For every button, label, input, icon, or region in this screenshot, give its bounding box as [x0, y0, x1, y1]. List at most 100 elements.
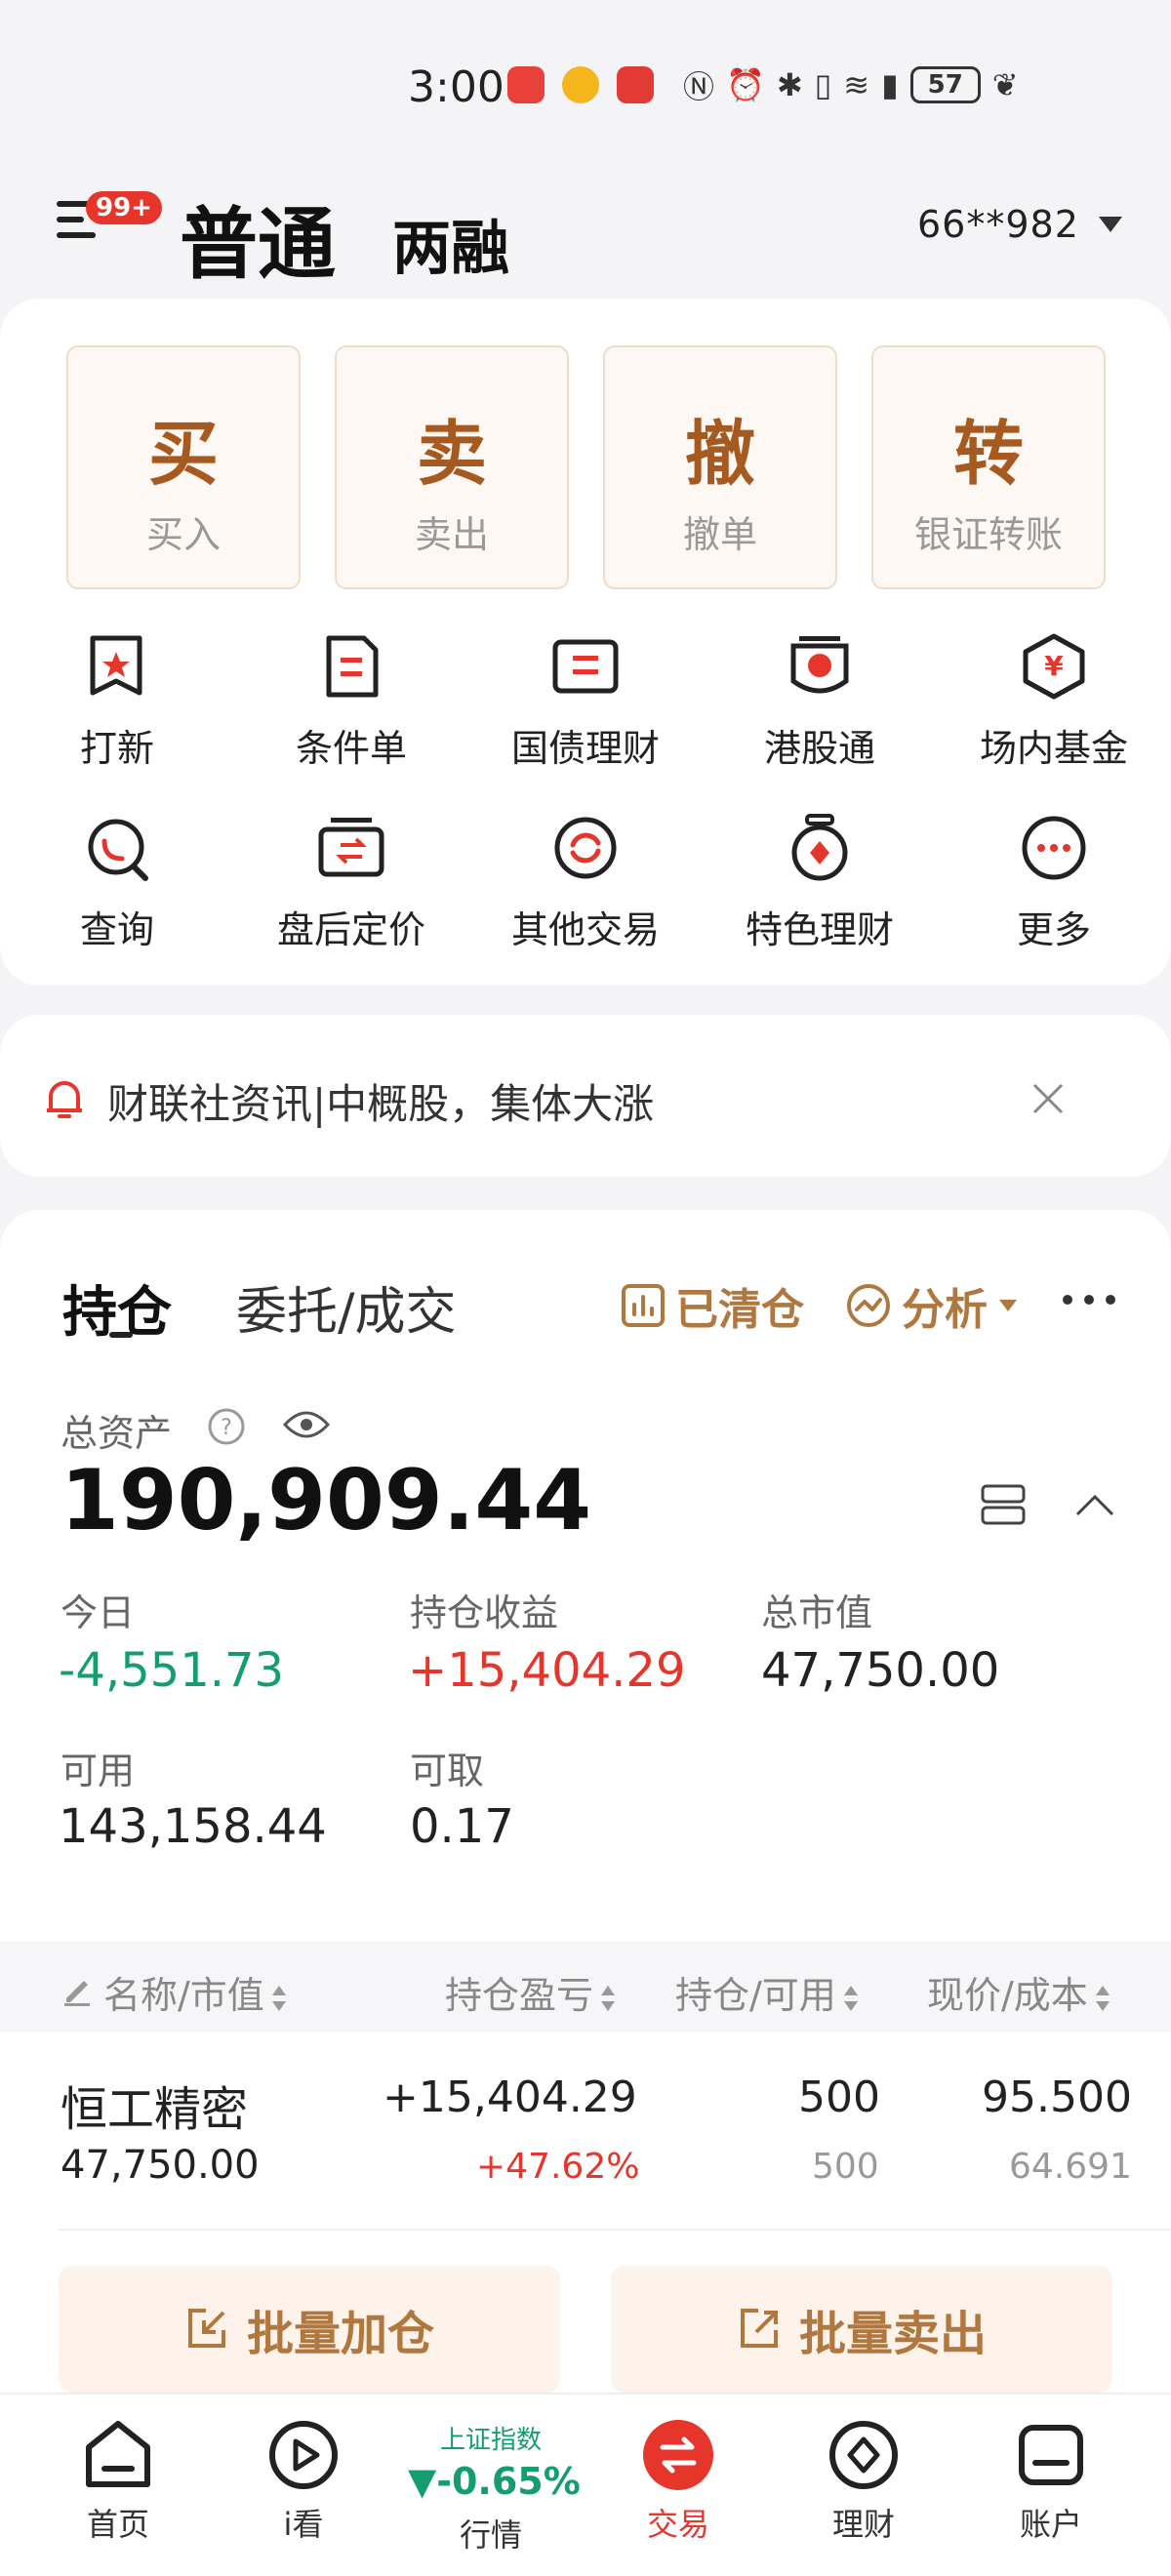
eye-icon[interactable] — [283, 1409, 330, 1440]
wealth-icon — [791, 814, 848, 881]
treasury-icon — [552, 639, 619, 694]
today-label: 今日 — [61, 1591, 136, 1634]
sell-button[interactable]: 卖 卖出 — [335, 345, 569, 589]
nav-watch[interactable]: i看 — [221, 2418, 386, 2545]
edit-icon[interactable] — [61, 1973, 94, 2006]
account-selector[interactable]: 66**982 — [917, 203, 1079, 246]
nfc-icon: Ⓝ — [683, 68, 715, 105]
stock-position: 500 — [798, 2073, 880, 2122]
bank-transfer-button[interactable]: 转 银证转账 — [871, 345, 1106, 589]
more-icon — [1022, 816, 1086, 880]
battery-icon: 57 — [909, 66, 981, 103]
feature-treasury[interactable]: 国债理财 — [468, 632, 703, 772]
trade-icon — [643, 2420, 713, 2490]
position-profit-label: 持仓收益 — [410, 1591, 559, 1634]
withdrawable-label: 可取 — [410, 1750, 485, 1792]
index-name: 上证指数 — [439, 2426, 542, 2455]
cancel-order-button[interactable]: 撤 撤单 — [603, 345, 837, 589]
caret-down-icon — [999, 1300, 1017, 1311]
huawei-app-icon — [507, 66, 545, 103]
index-change: ▼-0.65% — [408, 2460, 581, 2503]
feature-more[interactable]: 更多 — [937, 814, 1171, 953]
analysis-button[interactable]: 分析 — [845, 1274, 1019, 1337]
feature-query[interactable]: 查询 — [0, 814, 234, 953]
batch-add-button[interactable]: 批量加仓 — [59, 2266, 560, 2393]
feature-hk-connect[interactable]: 港股通 — [703, 632, 937, 772]
vibrate-icon: ▯ — [814, 66, 832, 103]
market-value-value: 47,750.00 — [761, 1643, 1000, 1698]
fund-icon: ¥ — [1023, 633, 1085, 700]
stock-cost: 64.691 — [1009, 2147, 1132, 2187]
cleared-positions-button[interactable]: 已清仓 — [621, 1274, 804, 1337]
more-dots-icon[interactable] — [1060, 1290, 1118, 1309]
nav-market[interactable]: 上证指数 ▼-0.65% 行情 — [408, 2420, 581, 2556]
column-position-available[interactable]: 持仓/可用 — [675, 1965, 860, 2019]
feature-other-trade[interactable]: 其他交易 — [468, 814, 703, 953]
signal-icon: ▮ — [881, 66, 899, 103]
total-assets-label: 总资产 — [61, 1412, 173, 1455]
nav-home[interactable]: 首页 — [35, 2418, 201, 2545]
layout-toggle-icon[interactable] — [980, 1483, 1027, 1526]
available-value: 143,158.44 — [59, 1799, 327, 1854]
after-hours-icon — [318, 818, 384, 877]
notification-icons — [507, 66, 654, 103]
total-assets-value: 190,909.44 — [61, 1452, 592, 1550]
diamond-icon — [829, 2421, 898, 2489]
svg-text:?: ? — [221, 1416, 232, 1440]
stock-pnl-percent: +47.62% — [476, 2147, 640, 2187]
message-badge: 99+ — [86, 191, 162, 224]
column-pnl[interactable]: 持仓盈亏 — [445, 1965, 617, 2019]
new-share-icon — [90, 635, 142, 696]
news-notice-text[interactable]: 财联社资讯|中概股，集体大涨 — [107, 1071, 654, 1131]
close-icon[interactable] — [1030, 1081, 1066, 1116]
stock-price: 95.500 — [982, 2073, 1132, 2122]
tab-underline — [109, 1332, 133, 1338]
stock-market-value: 47,750.00 — [61, 2143, 260, 2188]
row-divider — [59, 2229, 1171, 2231]
feature-condition-order[interactable]: 条件单 — [234, 632, 468, 772]
nav-wealth[interactable]: 理财 — [781, 2418, 947, 2545]
query-icon — [88, 819, 148, 881]
feature-wealth[interactable]: 特色理财 — [703, 814, 937, 953]
hk-connect-icon — [790, 636, 849, 694]
feature-fund[interactable]: ¥ 场内基金 — [937, 632, 1171, 772]
nav-trade[interactable]: 交易 — [595, 2418, 761, 2545]
buy-button[interactable]: 买 买入 — [66, 345, 301, 589]
svg-text:¥: ¥ — [1044, 650, 1064, 682]
weibo-app-icon — [562, 66, 599, 103]
tab-orders[interactable]: 委托/成交 — [236, 1270, 457, 1344]
sort-icon — [843, 1985, 858, 2011]
chevron-up-icon[interactable] — [1073, 1493, 1116, 1518]
stock-available: 500 — [812, 2147, 879, 2187]
batch-sell-button[interactable]: 批量卖出 — [611, 2266, 1112, 2393]
caret-down-icon[interactable] — [1099, 217, 1122, 232]
system-icons: Ⓝ ⏰ ✱ ▯ ≋ ▮ 57 ❦ — [683, 62, 1019, 107]
batch-sell-icon — [740, 2309, 778, 2348]
status-bar: 3:00 Ⓝ ⏰ ✱ ▯ ≋ ▮ 57 ❦ — [0, 0, 1171, 166]
help-icon[interactable]: ? — [207, 1407, 246, 1446]
column-price-cost[interactable]: 现价/成本 — [927, 1965, 1111, 2019]
play-icon — [269, 2421, 338, 2489]
feature-after-hours[interactable]: 盘后定价 — [234, 814, 468, 953]
zhang-app-icon — [617, 66, 654, 103]
bell-icon — [47, 1081, 82, 1118]
bar-chart-icon — [622, 1284, 665, 1327]
analysis-icon — [847, 1284, 890, 1327]
bluetooth-icon: ✱ — [776, 66, 803, 103]
position-profit-value: +15,404.29 — [408, 1643, 686, 1698]
other-trade-icon — [554, 817, 617, 879]
withdrawable-value: 0.17 — [410, 1799, 514, 1854]
sort-icon — [1095, 1985, 1110, 2011]
leaf-icon: ❦ — [991, 66, 1019, 103]
nav-account[interactable]: 账户 — [968, 2418, 1134, 2545]
wifi-icon: ≋ — [843, 66, 870, 103]
column-name-value[interactable]: 名称/市值 — [103, 1965, 288, 2019]
available-label: 可用 — [61, 1750, 136, 1792]
batch-add-icon — [187, 2309, 225, 2348]
tab-margin[interactable]: 两融 — [392, 201, 509, 286]
tab-normal[interactable]: 普通 — [180, 181, 336, 295]
feature-new-share[interactable]: 打新 — [0, 632, 234, 772]
condition-order-icon — [326, 635, 379, 698]
market-value-label: 总市值 — [761, 1591, 873, 1634]
alarm-icon: ⏰ — [726, 66, 765, 103]
